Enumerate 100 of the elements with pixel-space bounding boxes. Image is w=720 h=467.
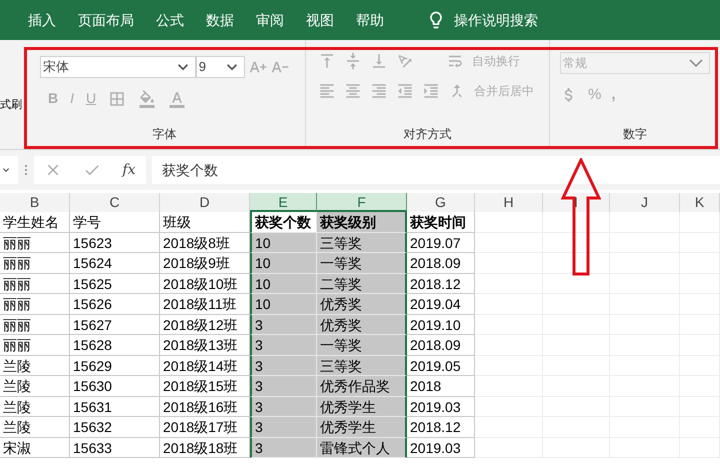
table-cell[interactable]: 2019.05 xyxy=(407,356,475,376)
table-cell[interactable]: 优秀奖 xyxy=(317,314,407,335)
table-cell[interactable]: 2019.04 xyxy=(407,294,475,314)
table-cell[interactable]: 15633 xyxy=(70,438,160,458)
table-cell[interactable]: 宋淑 xyxy=(0,438,70,458)
table-cell[interactable]: 2018.09 xyxy=(407,335,475,356)
table-cell[interactable]: 2018.12 xyxy=(407,274,475,294)
table-cell[interactable]: 3 xyxy=(250,438,317,458)
table-cell[interactable]: 2018 xyxy=(407,376,475,396)
insert-function-button[interactable]: fx xyxy=(122,160,136,180)
fill-color-icon[interactable] xyxy=(138,90,156,108)
increase-indent-icon[interactable] xyxy=(422,82,440,100)
table-cell[interactable]: 优秀学生 xyxy=(317,417,407,438)
table-cell[interactable]: 3 xyxy=(250,356,317,376)
table-cell[interactable]: 15628 xyxy=(70,335,160,356)
table-cell[interactable]: 3 xyxy=(250,396,317,417)
table-cell[interactable] xyxy=(475,253,543,274)
table-cell[interactable] xyxy=(543,212,610,232)
table-cell[interactable] xyxy=(475,274,543,294)
table-cell[interactable]: 3 xyxy=(250,376,317,396)
table-cell[interactable]: 3 xyxy=(250,417,317,438)
ribbon-tab[interactable]: 视图 xyxy=(298,0,342,40)
column-header[interactable]: H xyxy=(475,193,543,212)
name-box[interactable] xyxy=(0,156,18,184)
table-cell[interactable] xyxy=(475,294,543,314)
ribbon-tab[interactable]: 页面布局 xyxy=(70,0,142,40)
table-cell[interactable] xyxy=(680,212,720,232)
table-cell[interactable]: 15629 xyxy=(70,356,160,376)
table-cell[interactable] xyxy=(475,438,543,458)
table-cell[interactable]: 学生姓名 xyxy=(0,212,70,232)
table-cell[interactable] xyxy=(475,356,543,376)
table-cell[interactable]: 班级 xyxy=(160,212,250,232)
search-label[interactable]: 操作说明搜索 xyxy=(454,10,538,30)
table-cell[interactable]: 兰陵 xyxy=(0,417,70,438)
table-cell[interactable]: 优秀作品奖 xyxy=(317,376,407,396)
font-size-dropdown[interactable]: 9 xyxy=(196,56,246,78)
table-cell[interactable] xyxy=(475,396,543,417)
table-cell[interactable]: 10 xyxy=(250,274,317,294)
align-center-icon[interactable] xyxy=(344,82,362,100)
align-left-icon[interactable] xyxy=(318,82,336,100)
table-cell[interactable]: 2018.09 xyxy=(407,253,475,274)
font-name-dropdown[interactable]: 宋体 xyxy=(40,56,196,78)
table-cell[interactable]: 一等奖 xyxy=(317,253,407,274)
column-header[interactable]: G xyxy=(407,193,475,212)
table-cell[interactable]: 15625 xyxy=(70,274,160,294)
table-cell[interactable]: 兰陵 xyxy=(0,396,70,417)
table-cell[interactable]: 获奖级别 xyxy=(317,212,407,232)
table-cell[interactable] xyxy=(475,335,543,356)
ribbon-tab[interactable]: 帮助 xyxy=(348,0,392,40)
borders-icon[interactable] xyxy=(108,90,126,108)
table-cell[interactable]: 10 xyxy=(250,232,317,253)
table-cell[interactable] xyxy=(543,253,610,274)
formula-input[interactable]: 获奖个数 xyxy=(152,156,720,184)
table-cell[interactable]: 二等奖 xyxy=(317,274,407,294)
table-cell[interactable]: 2019.10 xyxy=(407,314,475,335)
table-cell[interactable]: 雷锋式个人 xyxy=(317,438,407,458)
table-cell[interactable]: 丽丽 xyxy=(0,335,70,356)
decrease-indent-icon[interactable] xyxy=(396,82,414,100)
table-cell[interactable]: 10 xyxy=(250,294,317,314)
table-cell[interactable] xyxy=(543,232,610,253)
table-cell[interactable]: 三等奖 xyxy=(317,232,407,253)
table-cell[interactable]: 3 xyxy=(250,314,317,335)
table-cell[interactable]: 2018.12 xyxy=(407,417,475,438)
table-cell[interactable]: 获奖时间 xyxy=(407,212,475,232)
table-cell[interactable] xyxy=(475,376,543,396)
table-cell[interactable] xyxy=(610,212,680,232)
table-cell[interactable]: 丽丽 xyxy=(0,232,70,253)
column-header[interactable]: J xyxy=(610,193,680,212)
table-cell[interactable]: 10 xyxy=(250,253,317,274)
table-cell[interactable]: 2019.03 xyxy=(407,396,475,417)
column-header[interactable]: B xyxy=(0,193,70,212)
column-header[interactable]: K xyxy=(680,193,720,212)
table-cell[interactable]: 2019.07 xyxy=(407,232,475,253)
ribbon-tab[interactable]: 公式 xyxy=(148,0,192,40)
table-cell[interactable]: 15631 xyxy=(70,396,160,417)
ribbon-tab[interactable]: 插入 xyxy=(20,0,64,40)
table-cell[interactable]: 2019.03 xyxy=(407,438,475,458)
table-cell[interactable]: 三等奖 xyxy=(317,356,407,376)
table-cell[interactable]: 15630 xyxy=(70,376,160,396)
table-cell[interactable]: 优秀奖 xyxy=(317,294,407,314)
table-cell[interactable]: 一等奖 xyxy=(317,335,407,356)
table-cell[interactable]: 丽丽 xyxy=(0,314,70,335)
table-cell[interactable]: 15627 xyxy=(70,314,160,335)
table-cell[interactable] xyxy=(543,274,610,294)
table-cell[interactable]: 兰陵 xyxy=(0,376,70,396)
font-color-icon[interactable] xyxy=(168,90,186,108)
table-cell[interactable]: 丽丽 xyxy=(0,274,70,294)
table-cell[interactable]: 学号 xyxy=(70,212,160,232)
column-header[interactable]: E xyxy=(250,193,317,212)
table-cell[interactable] xyxy=(475,212,543,232)
format-painter-label[interactable]: 式刷 xyxy=(0,96,24,113)
column-header[interactable]: F xyxy=(317,193,407,212)
table-cell[interactable]: 3 xyxy=(250,335,317,356)
table-cell[interactable] xyxy=(475,314,543,335)
table-cell[interactable] xyxy=(475,417,543,438)
column-header[interactable]: C xyxy=(70,193,160,212)
table-cell[interactable]: 15632 xyxy=(70,417,160,438)
table-cell[interactable] xyxy=(475,232,543,253)
table-cell[interactable]: 15624 xyxy=(70,253,160,274)
ribbon-tab[interactable]: 数据 xyxy=(198,0,242,40)
